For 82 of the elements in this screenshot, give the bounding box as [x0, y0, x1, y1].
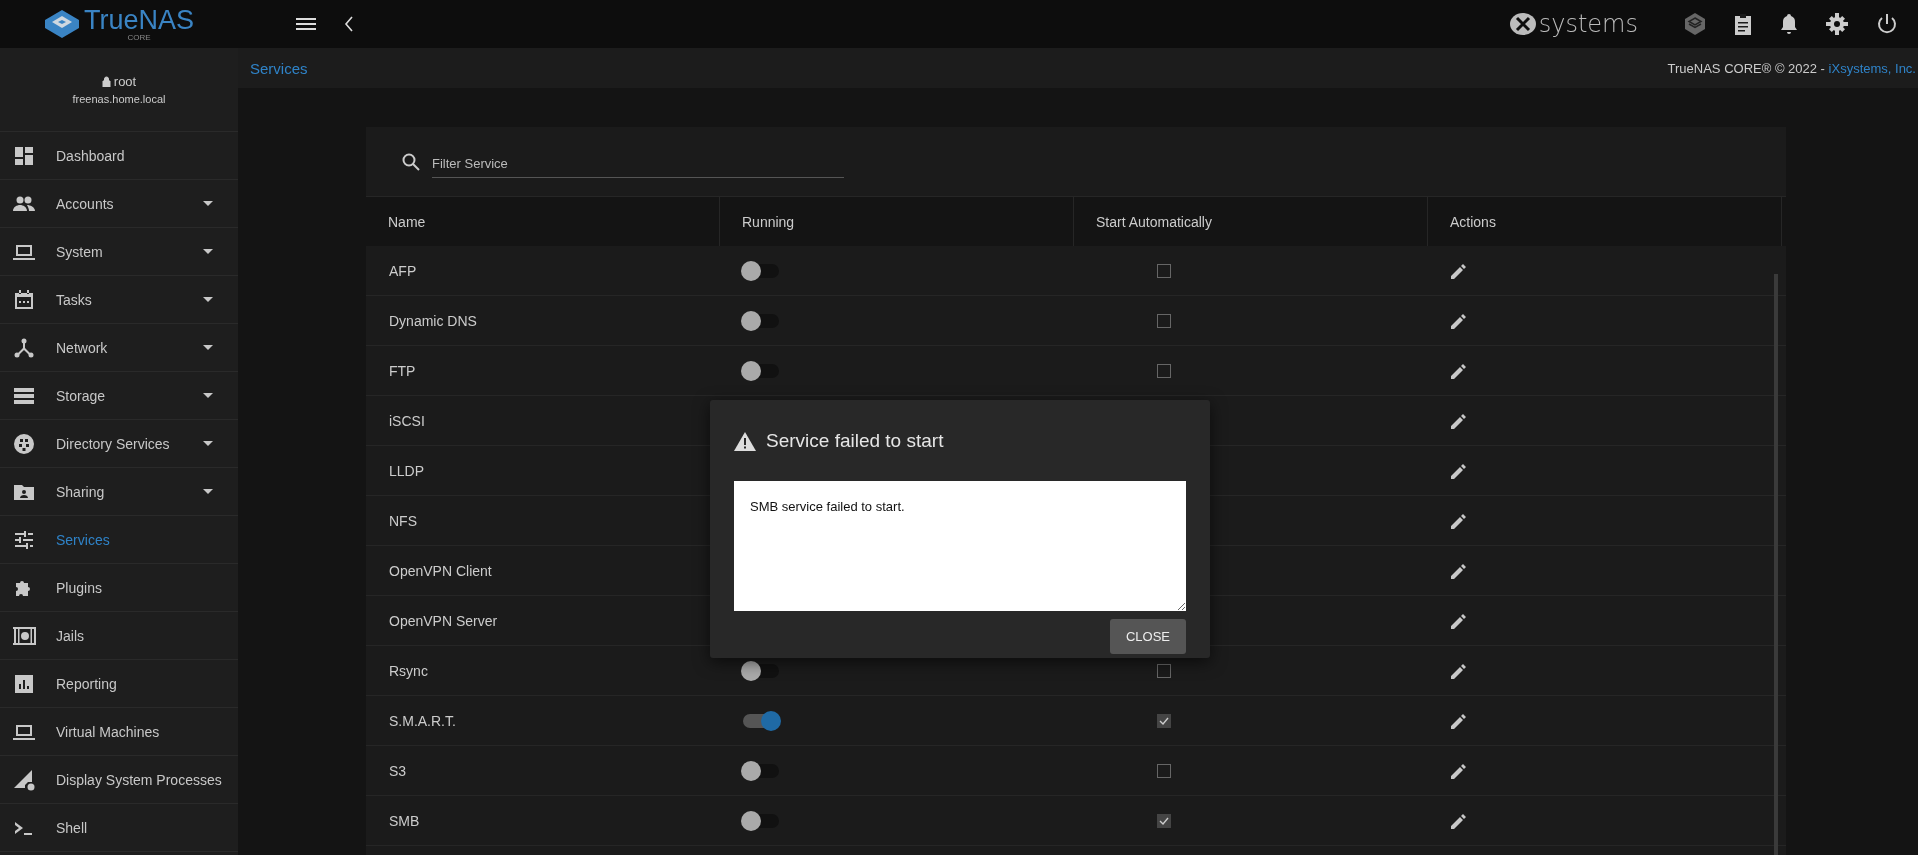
sidebar-item[interactable]: Dashboard — [0, 132, 238, 180]
dialog-title: Service failed to start — [766, 430, 944, 452]
sidebar-item[interactable]: Display System Processes — [0, 756, 238, 804]
vendor-logo-icon — [1508, 12, 1537, 36]
edit-icon[interactable] — [1451, 512, 1467, 529]
sidebar-item[interactable]: Tasks — [0, 276, 238, 324]
hostname: freenas.home.local — [72, 93, 166, 105]
running-toggle[interactable] — [743, 263, 779, 278]
edit-icon[interactable] — [1451, 812, 1467, 829]
service-name: AFP — [389, 262, 417, 279]
lock-icon — [101, 76, 111, 87]
sidebar-item[interactable]: Directory Services — [0, 420, 238, 468]
start-automatically-checkbox[interactable] — [1157, 713, 1171, 728]
service-name: OpenVPN Client — [389, 562, 492, 579]
close-button[interactable]: CLOSE — [1109, 619, 1186, 654]
edit-icon[interactable] — [1451, 412, 1467, 429]
vendor-logo-text: systems — [1538, 10, 1638, 38]
start-automatically-checkbox[interactable] — [1157, 663, 1171, 678]
service-name: SMB — [389, 812, 420, 829]
warning-icon — [734, 431, 756, 451]
edit-icon[interactable] — [1451, 712, 1467, 729]
sidebar-item[interactable]: Storage — [0, 372, 238, 420]
service-name: Dynamic DNS — [389, 312, 477, 329]
sidebar-item[interactable]: Jails — [0, 612, 238, 660]
bell-icon[interactable] — [1780, 13, 1798, 35]
logo-subtext: CORE — [127, 33, 151, 42]
edit-icon[interactable] — [1451, 612, 1467, 629]
logo-text: TrueNAS — [84, 6, 194, 34]
edit-icon[interactable] — [1451, 762, 1467, 779]
service-name: FTP — [389, 362, 416, 379]
sidebar-item[interactable]: System — [0, 228, 238, 276]
chevron-left-icon[interactable] — [344, 16, 354, 32]
sidebar-item[interactable]: Reporting — [0, 660, 238, 708]
edit-icon[interactable] — [1451, 562, 1467, 579]
calendar-icon — [12, 287, 36, 312]
running-toggle[interactable] — [743, 313, 779, 328]
service-name: OpenVPN Server — [389, 612, 498, 629]
sidebar-item[interactable]: Network — [0, 324, 238, 372]
vendor-link[interactable]: iXsystems, Inc. — [1828, 60, 1916, 76]
cube-logo-icon — [44, 9, 80, 39]
menu-icon[interactable] — [296, 16, 316, 32]
clipboard-icon[interactable] — [1734, 13, 1752, 35]
running-toggle[interactable] — [743, 713, 779, 728]
service-name: S3 — [389, 762, 407, 779]
search-icon — [402, 152, 420, 171]
breadcrumb-link[interactable]: Services — [250, 59, 308, 77]
edit-icon[interactable] — [1451, 262, 1467, 279]
copyright-text: TrueNAS CORE® © 2022 - iXsystems, Inc. — [1667, 60, 1916, 76]
cube-icon[interactable] — [1684, 12, 1706, 36]
service-name: S.M.A.R.T. — [389, 712, 456, 729]
edit-icon[interactable] — [1451, 362, 1467, 379]
column-header[interactable]: Actions — [1428, 197, 1782, 246]
running-toggle[interactable] — [743, 363, 779, 378]
username: root — [113, 74, 137, 89]
start-automatically-checkbox[interactable] — [1157, 813, 1171, 828]
service-name: Rsync — [389, 662, 428, 679]
power-icon[interactable] — [1876, 13, 1898, 35]
edit-icon[interactable] — [1451, 662, 1467, 679]
filter-input[interactable]: Filter Service — [432, 149, 844, 178]
service-name: NFS — [389, 512, 417, 529]
start-automatically-checkbox[interactable] — [1157, 263, 1171, 278]
column-header[interactable]: Name — [366, 197, 720, 246]
edit-icon[interactable] — [1451, 462, 1467, 479]
start-automatically-checkbox[interactable] — [1157, 763, 1171, 778]
service-name: LLDP — [389, 462, 425, 479]
start-automatically-checkbox[interactable] — [1157, 363, 1171, 378]
sidebar-item[interactable]: Sharing — [0, 468, 238, 516]
sidebar-item[interactable]: Services — [0, 516, 238, 564]
edit-icon[interactable] — [1451, 312, 1467, 329]
sidebar-item[interactable]: Virtual Machines — [0, 708, 238, 756]
settings-icon[interactable] — [1826, 13, 1848, 35]
message-box[interactable]: SMB service failed to start. — [734, 481, 1186, 611]
sidebar-item[interactable]: Accounts — [0, 180, 238, 228]
running-toggle[interactable] — [743, 663, 779, 678]
column-header[interactable]: Running — [720, 197, 1074, 246]
sidebar-item[interactable]: Plugins — [0, 564, 238, 612]
sidebar-item[interactable]: Shell — [0, 804, 238, 852]
column-header[interactable]: Start Automatically — [1074, 197, 1428, 246]
running-toggle[interactable] — [743, 763, 779, 778]
start-automatically-checkbox[interactable] — [1157, 313, 1171, 328]
service-name: iSCSI — [389, 412, 425, 429]
running-toggle[interactable] — [743, 813, 779, 828]
